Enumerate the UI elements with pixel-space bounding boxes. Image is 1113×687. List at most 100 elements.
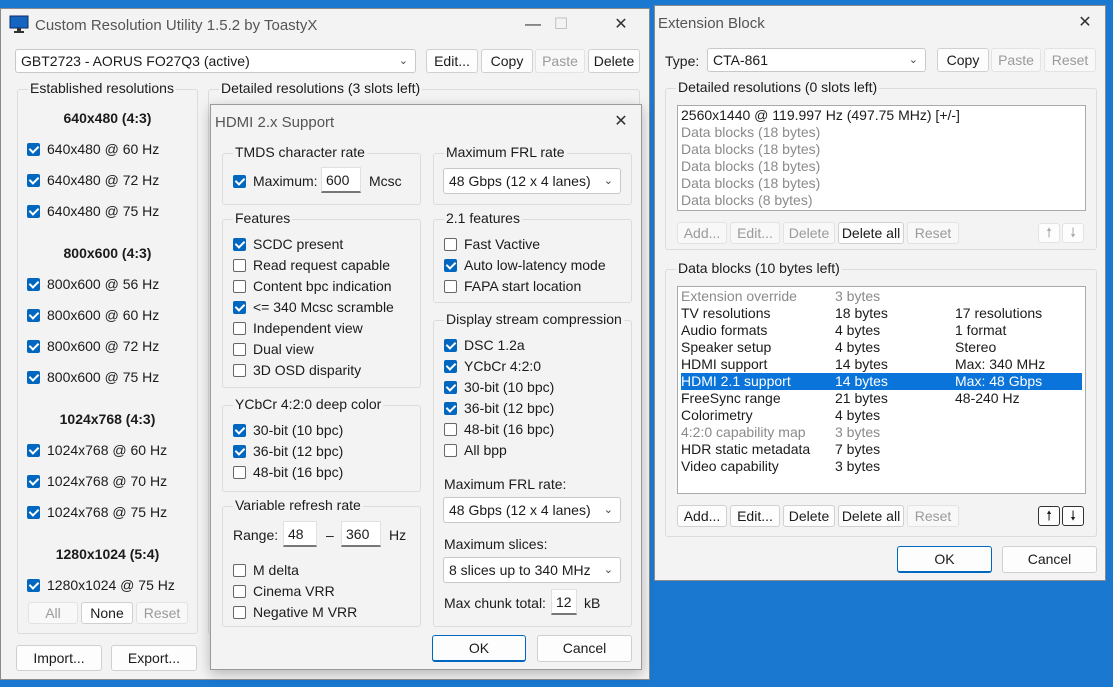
edit-button[interactable]: Edit... [426, 49, 478, 73]
feature-checkbox[interactable]: <= 340 Mcsc scramble [233, 299, 394, 315]
ext-cancel-button[interactable]: Cancel [1002, 546, 1097, 573]
ext-close-button[interactable]: ✕ [1065, 11, 1105, 35]
data-block-row[interactable]: Extension override 3 bytes [681, 288, 1082, 305]
maximize-button[interactable]: ☐ [541, 13, 581, 37]
established-resolution-checkbox[interactable]: 800x600 @ 75 Hz [27, 369, 159, 385]
copy-button[interactable]: Copy [481, 49, 533, 73]
feature-checkbox[interactable]: Dual view [233, 341, 314, 357]
paste-button[interactable]: Paste [535, 49, 585, 73]
established-resolution-checkbox[interactable]: 1280x1024 @ 75 Hz [27, 577, 175, 593]
hdmi-ok-button[interactable]: OK [432, 635, 526, 662]
hdmi21-feature-checkbox[interactable]: FAPA start location [444, 278, 581, 294]
list-item[interactable]: Data blocks (18 bytes) [681, 141, 1082, 158]
hdmi-cancel-button[interactable]: Cancel [537, 635, 632, 662]
monitor-select[interactable]: GBT2723 - AORUS FO27Q3 (active) ⌄ [15, 49, 416, 73]
list-item[interactable]: Data blocks (8 bytes) [681, 192, 1082, 209]
hdmi-close-button[interactable]: ✕ [601, 110, 641, 134]
ext-titlebar[interactable]: Extension Block ✕ [655, 6, 1105, 38]
dsc-checkbox[interactable]: 48-bit (16 bpc) [444, 421, 554, 437]
select-none-button[interactable]: None [81, 602, 133, 624]
data-block-row[interactable]: HDMI 2.1 support 14 bytes Max: 48 Gbps [681, 373, 1082, 390]
ext-detailed-delete-button[interactable]: Delete [783, 222, 835, 244]
data-block-row[interactable]: Speaker setup 4 bytes Stereo [681, 339, 1082, 356]
established-resolution-checkbox[interactable]: 640x480 @ 60 Hz [27, 141, 159, 157]
feature-checkbox[interactable]: Read request capable [233, 257, 390, 273]
data-edit-button[interactable]: Edit... [730, 505, 780, 527]
close-button[interactable]: ✕ [601, 13, 641, 37]
vrr-checkbox[interactable]: M delta [233, 562, 299, 578]
feature-checkbox[interactable]: Content bpc indication [233, 278, 392, 294]
type-select[interactable]: CTA-861 ⌄ [707, 48, 926, 72]
hdmi-titlebar[interactable]: HDMI 2.x Support ✕ [211, 105, 641, 137]
data-block-row[interactable]: Colorimetry 4 bytes [681, 407, 1082, 424]
dsc-checkbox[interactable]: DSC 1.2a [444, 337, 525, 353]
ext-copy-button[interactable]: Copy [937, 48, 989, 72]
established-resolution-checkbox[interactable]: 1024x768 @ 75 Hz [27, 504, 167, 520]
data-block-row[interactable]: 4:2:0 capability map 3 bytes [681, 424, 1082, 441]
ycbcr-checkbox[interactable]: 48-bit (16 bpc) [233, 464, 343, 480]
vrr-max-input[interactable]: 360 [341, 521, 381, 547]
vrr-checkbox[interactable]: Cinema VRR [233, 583, 335, 599]
data-block-row[interactable]: Audio formats 4 bytes 1 format [681, 322, 1082, 339]
arrow-down-icon[interactable]: 🠗 [1062, 223, 1084, 243]
established-resolution-checkbox[interactable]: 640x480 @ 72 Hz [27, 172, 159, 188]
established-resolution-checkbox[interactable]: 800x600 @ 56 Hz [27, 276, 159, 292]
selection-reset-button[interactable]: Reset [136, 602, 188, 624]
ext-detailed-add-button[interactable]: Add... [677, 222, 727, 244]
hdmi21-feature-checkbox[interactable]: Fast Vactive [444, 236, 540, 252]
data-delete-all-button[interactable]: Delete all [838, 505, 904, 527]
established-resolution-checkbox[interactable]: 1024x768 @ 70 Hz [27, 473, 167, 489]
delete-button[interactable]: Delete [588, 49, 640, 73]
feature-checkbox[interactable]: 3D OSD disparity [233, 362, 361, 378]
import-button[interactable]: Import... [16, 645, 102, 671]
dsc-slices-select[interactable]: 8 slices up to 340 MHz ⌄ [443, 557, 621, 583]
feature-checkbox[interactable]: SCDC present [233, 236, 343, 252]
arrow-down-icon[interactable]: 🠗 [1062, 506, 1084, 526]
arrow-up-icon[interactable]: 🠕 [1038, 506, 1060, 526]
data-block-row[interactable]: HDMI support 14 bytes Max: 340 MHz [681, 356, 1082, 373]
data-block-row[interactable]: FreeSync range 21 bytes 48-240 Hz [681, 390, 1082, 407]
feature-checkbox[interactable]: Independent view [233, 320, 363, 336]
dsc-checkbox[interactable]: 30-bit (10 bpc) [444, 379, 554, 395]
ext-paste-button[interactable]: Paste [991, 48, 1041, 72]
established-resolution-checkbox[interactable]: 800x600 @ 60 Hz [27, 307, 159, 323]
vrr-min-input[interactable]: 48 [283, 521, 317, 547]
data-reset-button[interactable]: Reset [907, 505, 959, 527]
ext-detailed-delete-all-button[interactable]: Delete all [838, 222, 904, 244]
hdmi21-feature-checkbox[interactable]: Auto low-latency mode [444, 257, 606, 273]
vrr-checkbox[interactable]: Negative M VRR [233, 604, 357, 620]
select-all-button[interactable]: All [28, 602, 78, 624]
ext-detailed-reset-button[interactable]: Reset [907, 222, 959, 244]
tmds-maximum-checkbox[interactable]: Maximum: [233, 173, 318, 189]
list-item[interactable]: Data blocks (18 bytes) [681, 175, 1082, 192]
data-delete-button[interactable]: Delete [783, 505, 835, 527]
dsc-frl-select[interactable]: 48 Gbps (12 x 4 lanes) ⌄ [443, 497, 621, 523]
ycbcr-checkbox[interactable]: 36-bit (12 bpc) [233, 443, 343, 459]
ycbcr-checkbox[interactable]: 30-bit (10 bpc) [233, 422, 343, 438]
data-add-button[interactable]: Add... [677, 505, 727, 527]
dsc-chunk-input[interactable]: 12 [551, 589, 577, 615]
list-item[interactable]: 2560x1440 @ 119.997 Hz (497.75 MHz) [+/-… [681, 107, 1082, 124]
list-item[interactable]: Data blocks (18 bytes) [681, 124, 1082, 141]
data-block-row[interactable]: TV resolutions 18 bytes 17 resolutions [681, 305, 1082, 322]
arrow-up-icon[interactable]: 🠕 [1038, 223, 1060, 243]
tmds-value-input[interactable]: 600 [321, 167, 361, 193]
data-blocks-list[interactable]: Extension override 3 bytes TV resolutions 1… [677, 286, 1086, 494]
ext-detailed-list[interactable]: 2560x1440 @ 119.997 Hz (497.75 MHz) [+/-… [677, 105, 1086, 211]
data-block-row[interactable]: Video capability 3 bytes [681, 458, 1082, 475]
ext-detailed-edit-button[interactable]: Edit... [730, 222, 780, 244]
main-titlebar[interactable]: Custom Resolution Utility 1.5.2 by Toast… [1, 9, 649, 41]
frl-rate-select[interactable]: 48 Gbps (12 x 4 lanes) ⌄ [443, 168, 621, 194]
established-resolution-checkbox[interactable]: 1024x768 @ 60 Hz [27, 442, 167, 458]
established-resolution-checkbox[interactable]: 800x600 @ 72 Hz [27, 338, 159, 354]
dsc-checkbox[interactable]: 36-bit (12 bpc) [444, 400, 554, 416]
ext-ok-button[interactable]: OK [897, 546, 992, 573]
established-resolution-checkbox[interactable]: 640x480 @ 75 Hz [27, 203, 159, 219]
ext-reset-button[interactable]: Reset [1044, 48, 1096, 72]
dsc-checkbox[interactable]: YCbCr 4:2:0 [444, 358, 541, 374]
list-item[interactable]: Data blocks (18 bytes) [681, 158, 1082, 175]
data-block-name: Colorimetry [681, 407, 753, 423]
data-block-row[interactable]: HDR static metadata 7 bytes [681, 441, 1082, 458]
dsc-checkbox[interactable]: All bpp [444, 442, 507, 458]
export-button[interactable]: Export... [111, 645, 197, 671]
